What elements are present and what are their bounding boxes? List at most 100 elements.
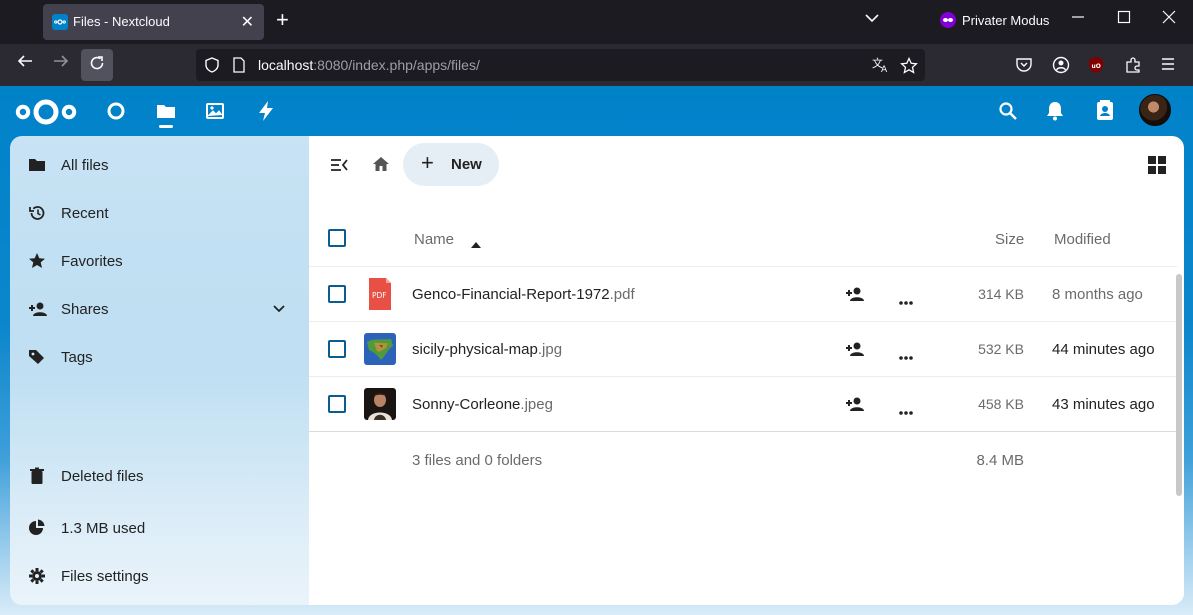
dashboard-icon[interactable] <box>106 101 126 126</box>
select-all-checkbox[interactable] <box>328 229 346 247</box>
svg-text:A: A <box>881 65 888 73</box>
gear-icon <box>28 567 46 585</box>
column-header-modified[interactable]: Modified <box>1054 231 1111 248</box>
hamburger-menu-icon[interactable] <box>1160 56 1176 77</box>
new-button-label: New <box>451 156 482 173</box>
url-host: localhost <box>258 57 314 73</box>
nextcloud-app: All files Recent Favorites Shares Tags D… <box>0 86 1193 615</box>
file-extension: .jpg <box>537 341 563 358</box>
home-icon[interactable] <box>372 156 390 177</box>
sidebar-item-label: All files <box>61 157 109 174</box>
sidebar-item-favorites[interactable]: Favorites <box>10 241 309 281</box>
browser-tab[interactable]: Files - Nextcloud ✕ <box>43 4 264 40</box>
share-icon <box>28 300 47 318</box>
user-avatar[interactable] <box>1139 94 1171 126</box>
new-button[interactable]: + New <box>403 143 499 186</box>
nextcloud-favicon-icon <box>52 14 68 30</box>
nextcloud-header <box>0 86 1193 136</box>
portrait-thumbnail-image <box>364 388 396 420</box>
url-text: localhost:8080/index.php/apps/files/ <box>258 57 480 73</box>
nextcloud-logo-icon[interactable] <box>15 97 77 132</box>
sidebar-item-shares[interactable]: Shares <box>10 289 309 329</box>
browser-navigation-bar: localhost:8080/index.php/apps/files/ 文A … <box>0 44 1193 86</box>
sidebar-item-label: Favorites <box>61 253 123 270</box>
column-header-size[interactable]: Size <box>995 231 1024 248</box>
url-bar[interactable]: localhost:8080/index.php/apps/files/ 文A <box>196 49 925 81</box>
extensions-icon[interactable] <box>1124 56 1142 79</box>
ublock-origin-icon[interactable]: uO <box>1088 56 1104 79</box>
file-modified: 8 months ago <box>1052 286 1143 303</box>
scrollbar[interactable] <box>1176 274 1182 496</box>
shield-icon[interactable] <box>204 57 220 78</box>
sort-ascending-icon[interactable] <box>471 235 481 253</box>
table-row[interactable]: PDF Genco-Financial-Report-1972.pdf 314 … <box>309 266 1177 321</box>
minimize-icon[interactable] <box>1071 10 1085 29</box>
forward-arrow-icon[interactable] <box>52 52 70 75</box>
close-tab-icon[interactable]: ✕ <box>241 12 254 32</box>
file-name[interactable]: sicily-physical-map.jpg <box>412 341 562 358</box>
private-mode-indicator: Privater Modus <box>940 12 1049 28</box>
storage-quota: 1.3 MB used <box>10 508 309 548</box>
table-row[interactable]: sicily-physical-map.jpg 532 KB 44 minute… <box>309 321 1177 376</box>
toggle-sidebar-icon[interactable] <box>330 157 348 178</box>
row-checkbox[interactable] <box>328 395 346 413</box>
file-name[interactable]: Genco-Financial-Report-1972.pdf <box>412 286 635 303</box>
row-checkbox[interactable] <box>328 285 346 303</box>
activity-icon[interactable] <box>257 100 275 127</box>
row-checkbox[interactable] <box>328 340 346 358</box>
plus-icon: + <box>421 150 434 175</box>
star-icon <box>28 252 46 270</box>
search-icon[interactable] <box>998 101 1018 126</box>
column-header-name[interactable]: Name <box>414 231 454 248</box>
share-icon[interactable] <box>845 341 865 362</box>
table-row[interactable]: Sonny-Corleone.jpeg 458 KB 43 minutes ag… <box>309 376 1177 431</box>
window-close-icon[interactable] <box>1162 10 1176 29</box>
reload-button[interactable] <box>81 49 113 81</box>
notifications-bell-icon[interactable] <box>1046 101 1064 126</box>
more-actions-icon[interactable] <box>899 402 913 420</box>
share-icon[interactable] <box>845 286 865 307</box>
history-icon <box>28 204 46 222</box>
private-mode-label: Privater Modus <box>962 12 1050 28</box>
files-app-icon[interactable] <box>156 101 176 126</box>
page-info-icon[interactable] <box>232 57 246 78</box>
contacts-icon[interactable] <box>1096 100 1114 127</box>
photos-app-icon[interactable] <box>205 101 225 126</box>
sidebar-item-recent[interactable]: Recent <box>10 193 309 233</box>
file-basename: sicily-physical-map <box>412 341 538 358</box>
translate-icon[interactable]: 文A <box>872 56 890 78</box>
file-extension: .jpeg <box>520 396 553 413</box>
sidebar-item-label: Tags <box>61 349 93 366</box>
more-actions-icon[interactable] <box>899 292 913 310</box>
sidebar-item-tags[interactable]: Tags <box>10 337 309 377</box>
chevron-down-icon[interactable] <box>272 301 286 320</box>
maximize-icon[interactable] <box>1117 10 1131 29</box>
sidebar-item-all-files[interactable]: All files <box>10 145 309 185</box>
file-name[interactable]: Sonny-Corleone.jpeg <box>412 396 553 413</box>
sidebar-item-deleted-files[interactable]: Deleted files <box>10 456 309 496</box>
new-tab-icon[interactable]: + <box>276 8 289 32</box>
sidebar-item-label: Files settings <box>61 568 149 585</box>
trash-icon <box>28 467 46 485</box>
share-icon[interactable] <box>845 396 865 417</box>
pdf-file-icon: PDF <box>364 278 396 310</box>
file-basename: Genco-Financial-Report-1972 <box>412 286 610 303</box>
account-icon[interactable] <box>1052 56 1070 79</box>
file-size: 532 KB <box>978 341 1024 357</box>
back-arrow-icon[interactable] <box>16 52 34 75</box>
grid-view-icon[interactable] <box>1148 156 1166 179</box>
url-path: :8080/index.php/apps/files/ <box>313 57 480 73</box>
files-summary-footer: 3 files and 0 folders 8.4 MB <box>309 431 1177 487</box>
tag-icon <box>28 348 46 366</box>
sidebar-item-files-settings[interactable]: Files settings <box>10 556 309 596</box>
map-thumbnail-image <box>364 333 396 365</box>
more-actions-icon[interactable] <box>899 347 913 365</box>
pocket-icon[interactable] <box>1015 56 1033 79</box>
total-size: 8.4 MB <box>976 452 1024 469</box>
file-size: 314 KB <box>978 286 1024 302</box>
quota-label: 1.3 MB used <box>61 520 146 537</box>
bookmark-star-icon[interactable] <box>900 56 918 80</box>
pie-chart-icon <box>28 519 46 537</box>
files-summary: 3 files and 0 folders <box>412 452 543 469</box>
chevron-down-icon[interactable] <box>864 10 880 31</box>
